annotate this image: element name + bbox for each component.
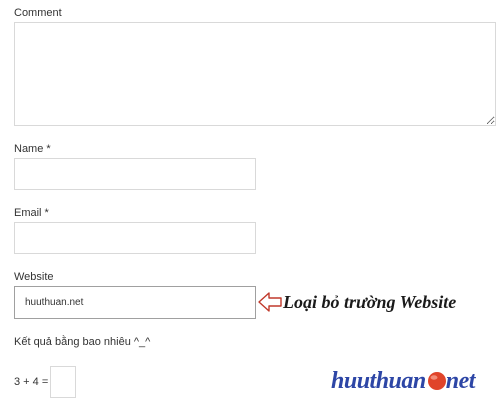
- annotation-text: Loại bỏ trường Website: [283, 292, 457, 312]
- name-label: Name *: [14, 143, 51, 155]
- watermark-logo: huuthuan net: [331, 366, 475, 396]
- email-label: Email *: [14, 207, 49, 219]
- captcha-row: 3 + 4 =: [14, 366, 77, 398]
- left-arrow-outline-icon: [258, 292, 282, 312]
- watermark-text-suffix: net: [445, 367, 476, 394]
- captcha-prompt: Kết quả bằng bao nhiêu ^_^: [14, 336, 151, 348]
- comment-label: Comment: [14, 7, 62, 19]
- website-input[interactable]: [14, 286, 256, 319]
- comment-textarea[interactable]: [14, 22, 496, 126]
- captcha-question: 3 + 4 =: [14, 376, 49, 388]
- name-input[interactable]: [14, 158, 256, 190]
- watermark-text-main: huuthuan: [331, 367, 426, 394]
- red-ball-icon: [427, 372, 446, 390]
- email-input[interactable]: [14, 222, 256, 254]
- captcha-answer-input[interactable]: [50, 366, 77, 398]
- website-label: Website: [14, 271, 54, 283]
